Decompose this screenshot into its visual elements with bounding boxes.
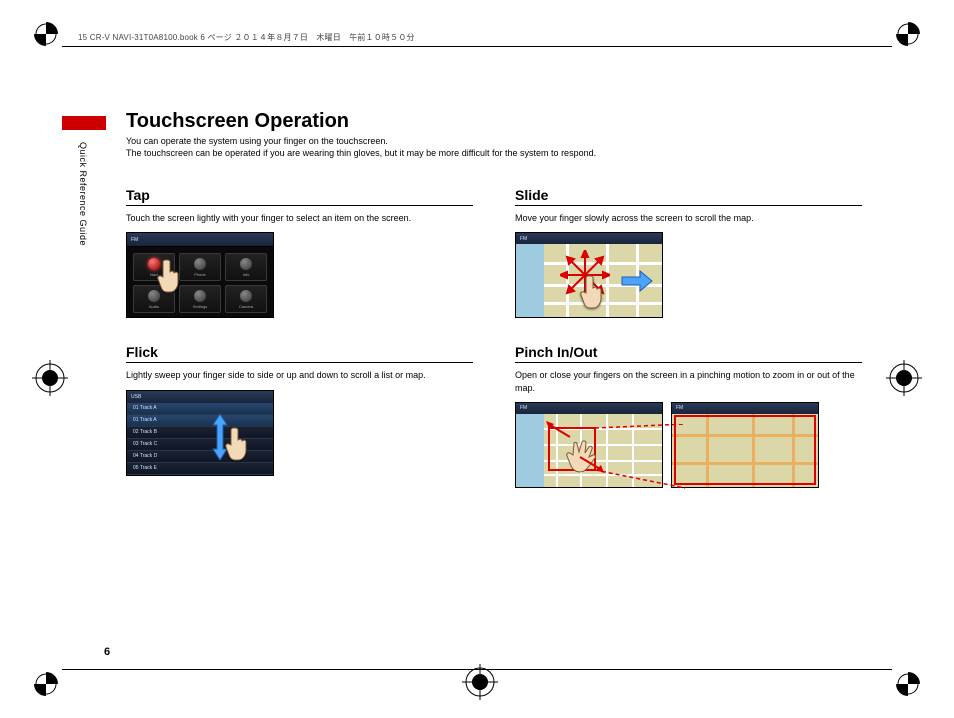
frame-rule bbox=[62, 46, 892, 47]
crop-mark-icon bbox=[32, 670, 60, 698]
pinch-hand-icon bbox=[564, 437, 606, 483]
pinch-figure-zoomed-out: FM bbox=[515, 402, 663, 488]
intro-text: You can operate the system using your fi… bbox=[126, 135, 862, 159]
slide-heading: Slide bbox=[515, 187, 862, 206]
tap-desc: Touch the screen lightly with your finge… bbox=[126, 212, 473, 224]
header-metadata: 15 CR-V NAVI-31T0A8100.book 6 ページ ２０１４年８… bbox=[78, 32, 415, 43]
slide-desc: Move your finger slowly across the scree… bbox=[515, 212, 862, 224]
slide-right-arrow-icon bbox=[620, 269, 654, 298]
slide-figure: FM bbox=[515, 232, 663, 318]
hand-pointer-icon bbox=[578, 273, 608, 313]
page-title: Touchscreen Operation bbox=[126, 110, 862, 133]
hand-pointer-icon bbox=[223, 425, 253, 465]
flick-heading: Flick bbox=[126, 344, 473, 363]
pinch-figure-zoomed-in: FM bbox=[671, 402, 819, 488]
page-number: 6 bbox=[104, 646, 110, 658]
crop-mark-icon bbox=[894, 670, 922, 698]
pinch-desc: Open or close your fingers on the screen… bbox=[515, 369, 862, 393]
crosshair-icon bbox=[32, 360, 68, 396]
pinch-heading: Pinch In/Out bbox=[515, 344, 862, 363]
frame-rule bbox=[62, 669, 892, 670]
section-color-tab bbox=[62, 116, 106, 130]
crop-mark-icon bbox=[894, 20, 922, 48]
crosshair-icon bbox=[886, 360, 922, 396]
flick-figure: USB 01 Track A 01 Track A 02 Track B 03 … bbox=[126, 390, 274, 476]
side-label: Quick Reference Guide bbox=[78, 142, 88, 246]
tap-heading: Tap bbox=[126, 187, 473, 206]
tap-figure: FM Navi Phone Info Audio Settings Camera bbox=[126, 232, 274, 318]
crop-mark-icon bbox=[32, 20, 60, 48]
flick-desc: Lightly sweep your finger side to side o… bbox=[126, 369, 473, 381]
hand-pointer-icon bbox=[155, 257, 185, 297]
